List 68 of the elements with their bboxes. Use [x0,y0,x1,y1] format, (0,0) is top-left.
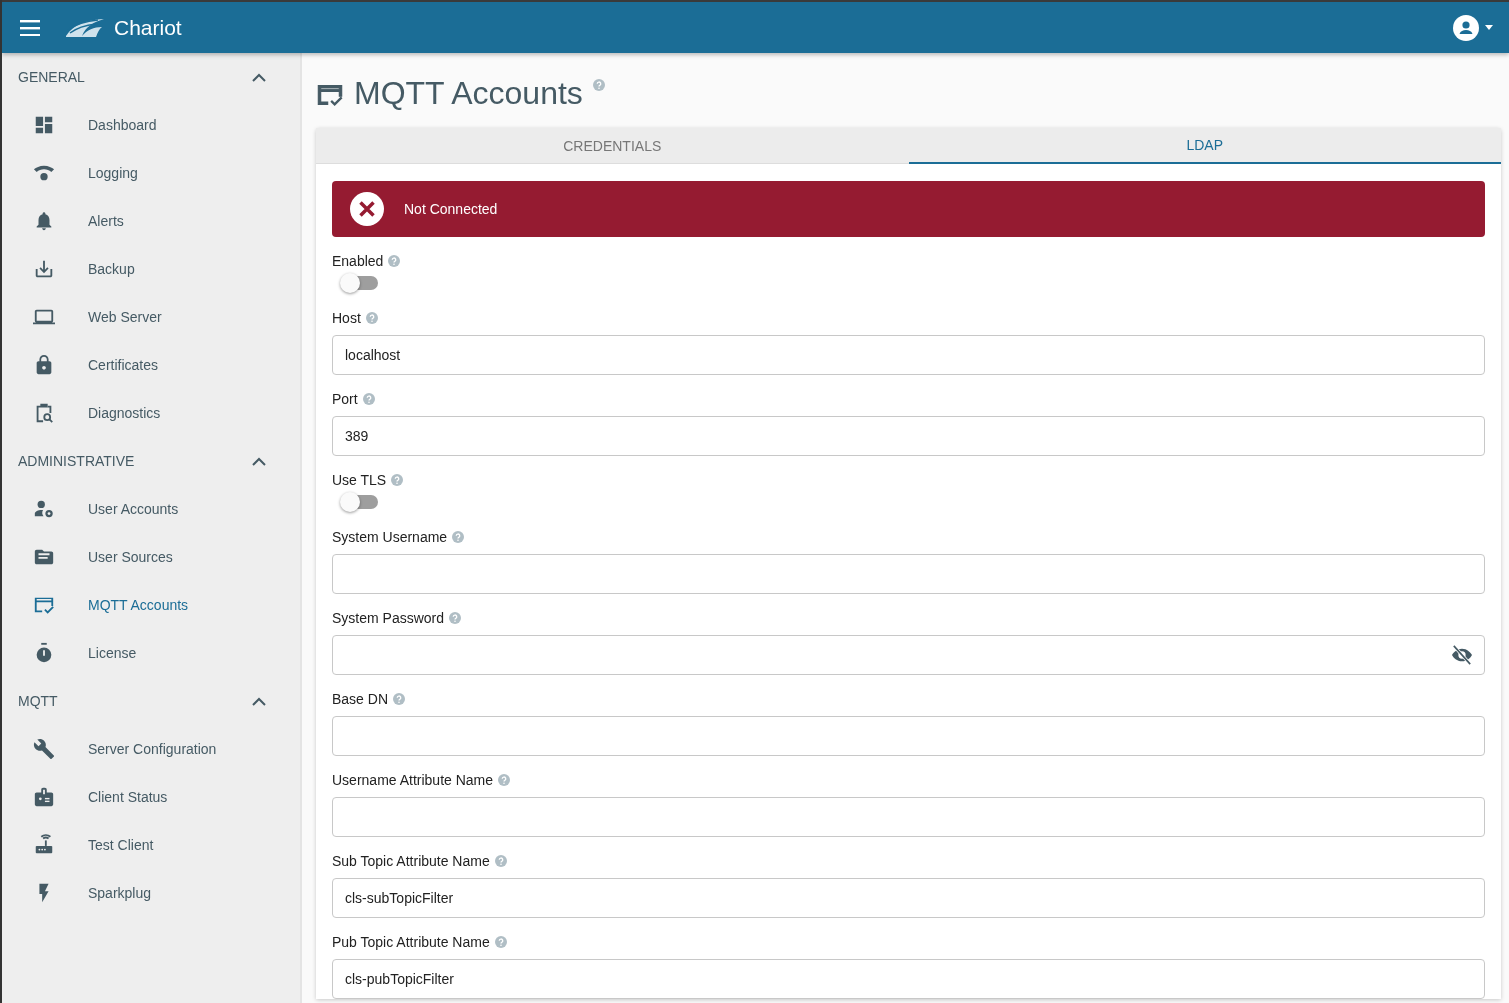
field-label: Use TLS [332,472,387,488]
error-x-icon [350,192,384,226]
section-heading: ADMINISTRATIVE [18,453,135,469]
status-message: Not Connected [404,201,498,217]
menu-button[interactable] [20,19,42,36]
sidebar-item[interactable]: Web Server [2,293,300,341]
id-badge-icon [33,786,55,808]
sidebar-item[interactable]: User Accounts [2,485,300,533]
text-field[interactable] [332,797,1485,837]
section-heading: GENERAL [18,69,85,85]
sidebar-item[interactable]: Sparkplug [2,869,300,917]
router-icon [33,834,55,856]
sidebar-item[interactable]: Backup [2,245,300,293]
help-icon [388,255,401,267]
field-label: Sub Topic Attribute Name [332,853,490,869]
help-icon [452,531,465,543]
tab[interactable]: LDAP [908,128,1501,164]
sidebar-item[interactable]: Server Configuration [2,725,300,773]
field-label: Base DN [332,691,389,707]
text-field[interactable]: localhost [332,335,1485,375]
eye-slash-icon [1451,645,1473,665]
sidebar-item[interactable]: Alerts [2,197,300,245]
field-label: System Username [332,529,448,545]
caret-icon [1485,25,1493,30]
sidebar-item[interactable]: License [2,629,300,677]
menu-icon [20,19,42,36]
field-label: Username Attribute Name [332,772,494,788]
sidebar-item[interactable]: User Sources [2,533,300,581]
account-menu-button[interactable] [1453,14,1493,41]
sidebar-item[interactable]: Dashboard [2,101,300,149]
text-field[interactable]: cls-subTopicFilter [332,878,1485,918]
sidebar-item[interactable]: Logging [2,149,300,197]
user-avatar-icon [1453,14,1479,41]
wrench-icon [33,738,55,760]
brand-name: Chariot [114,15,182,40]
help-icon [494,855,507,867]
dashboard-icon [33,114,55,136]
sidebar-item[interactable]: Diagnostics [2,389,300,437]
toggle-switch[interactable] [342,494,378,509]
help-icon [391,474,404,486]
toggle-switch[interactable] [342,275,378,290]
visibility-toggle-button[interactable] [1451,645,1473,665]
sidebar-item[interactable]: Client Status [2,773,300,821]
text-field[interactable] [332,554,1485,594]
help-icon [449,612,462,624]
download-icon [33,258,55,280]
section-heading: MQTT [18,693,58,709]
help-icon [498,774,511,786]
field-label: System Password [332,610,445,626]
sidebar-item[interactable]: Certificates [2,341,300,389]
password-field[interactable] [332,635,1485,675]
user-gear-icon [33,498,55,520]
tab[interactable]: CREDENTIALS [316,128,909,164]
help-icon [393,693,406,705]
help-icon [362,393,375,405]
text-field[interactable] [332,716,1485,756]
help-icon [592,79,605,91]
sidebar-item[interactable]: Test Client [2,821,300,869]
text-field[interactable]: cls-pubTopicFilter [332,959,1485,999]
help-icon [494,936,507,948]
page-title: MQTT Accounts [354,74,583,113]
field-label: Pub Topic Attribute Name [332,934,490,950]
sidebar-item[interactable]: MQTT Accounts [2,581,300,629]
field-label: Enabled [332,253,384,269]
text-field[interactable]: 389 [332,416,1485,456]
field-label: Host [332,310,361,326]
field-label: Port [332,391,358,407]
help-icon [365,312,378,324]
